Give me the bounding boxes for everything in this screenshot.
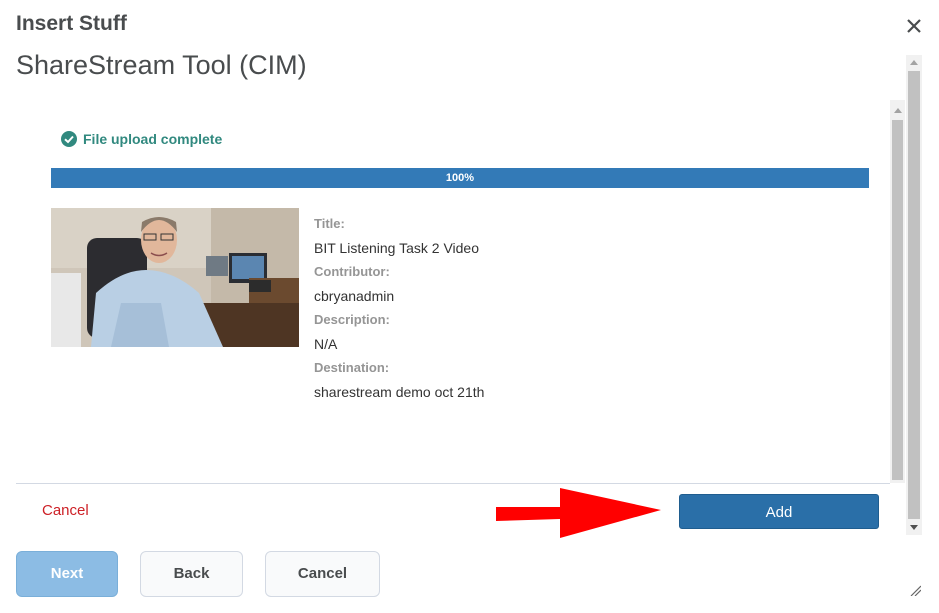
title-label: Title:	[314, 216, 345, 231]
inner-cancel-link[interactable]: Cancel	[42, 502, 89, 519]
description-label: Description:	[314, 312, 390, 327]
cancel-button[interactable]: Cancel	[265, 551, 380, 597]
close-icon[interactable]	[903, 15, 925, 37]
back-button[interactable]: Back	[140, 551, 243, 597]
description-value: N/A	[314, 336, 338, 352]
scroll-up-arrow-icon[interactable]	[894, 108, 902, 113]
inner-scrollbar[interactable]	[890, 100, 905, 483]
upload-progress-bar: 100%	[51, 168, 869, 188]
tool-title: ShareStream Tool (CIM)	[16, 50, 307, 80]
upload-frame: File upload complete 100% Title: BIT Lis…	[16, 100, 905, 483]
scroll-down-arrow-icon[interactable]	[910, 525, 918, 530]
destination-value: sharestream demo oct 21th	[314, 384, 485, 400]
divider	[16, 483, 890, 484]
upload-status-text: File upload complete	[83, 131, 223, 147]
check-circle-icon	[61, 131, 77, 147]
video-thumbnail	[51, 208, 299, 347]
inner-scrollbar-thumb[interactable]	[892, 120, 903, 480]
title-value: BIT Listening Task 2 Video	[314, 240, 479, 256]
upload-status: File upload complete	[61, 131, 222, 147]
contributor-value: cbryanadmin	[314, 288, 395, 304]
contributor-label: Contributor:	[314, 264, 390, 279]
red-arrow-icon	[496, 488, 661, 538]
next-button[interactable]: Next	[16, 551, 118, 597]
progress-label: 100%	[445, 172, 475, 184]
dialog-title: Insert Stuff	[16, 12, 127, 35]
outer-scrollbar[interactable]	[906, 55, 922, 535]
scroll-up-arrow-icon[interactable]	[910, 60, 918, 65]
add-button[interactable]: Add	[679, 494, 879, 529]
resize-grip-icon[interactable]	[909, 584, 921, 596]
media-details: Title: BIT Listening Task 2 Video Contri…	[314, 214, 484, 406]
scrollbar-thumb[interactable]	[908, 71, 920, 519]
destination-label: Destination:	[314, 360, 390, 375]
